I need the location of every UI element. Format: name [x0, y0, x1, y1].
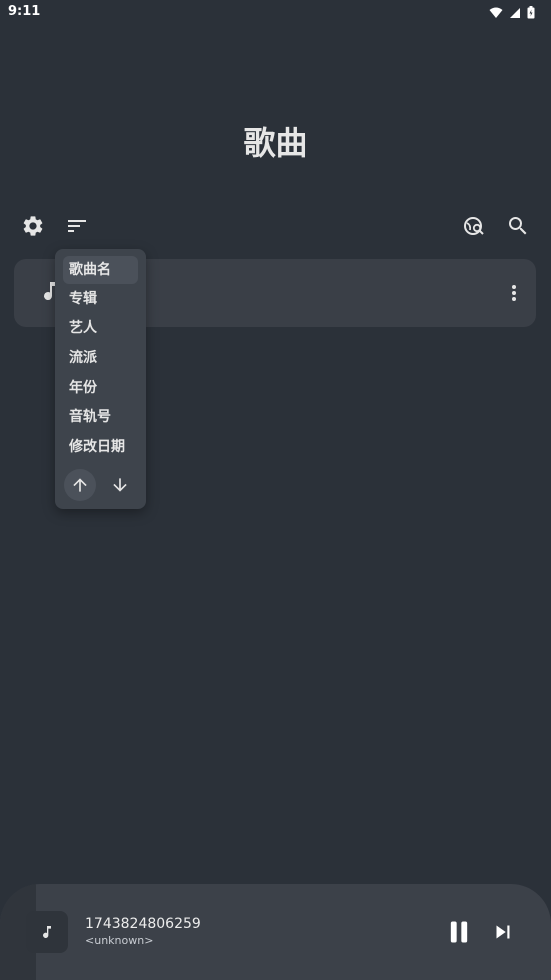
sort-option-genre[interactable]: 流派 — [63, 344, 138, 372]
sort-descending-button[interactable] — [104, 469, 136, 501]
gear-icon[interactable] — [21, 214, 45, 238]
sort-ascending-button[interactable] — [64, 469, 96, 501]
pause-icon — [450, 921, 468, 943]
pause-button[interactable] — [445, 918, 473, 946]
sort-option-album[interactable]: 专辑 — [63, 285, 138, 313]
battery-icon — [527, 4, 535, 23]
sort-option-track-number[interactable]: 音轨号 — [63, 403, 138, 431]
page-title: 歌曲 — [243, 124, 308, 162]
album-art — [26, 911, 68, 953]
sort-option-artist[interactable]: 艺人 — [63, 314, 138, 342]
player-song-artist: <unknown> — [85, 934, 154, 947]
search-icon[interactable] — [506, 214, 530, 238]
status-icons — [489, 4, 535, 23]
status-time: 9:11 — [8, 4, 41, 19]
wifi-icon — [489, 4, 503, 23]
arrow-down-icon — [113, 478, 127, 492]
sort-option-title[interactable]: 歌曲名 — [63, 256, 138, 284]
player-song-title: 1743824806259 — [85, 916, 201, 932]
sort-menu: 歌曲名 专辑 艺人 流派 年份 音轨号 修改日期 — [55, 249, 146, 509]
more-vert-icon[interactable] — [508, 281, 520, 305]
skip-next-icon — [496, 925, 510, 939]
screen: 9:11 歌曲 4806259 n> — [0, 0, 551, 980]
scan-library-icon[interactable] — [462, 214, 486, 238]
status-bar: 9:11 — [0, 0, 551, 24]
signal-icon — [509, 4, 521, 23]
skip-next-button[interactable] — [489, 918, 517, 946]
sort-option-date-modified[interactable]: 修改日期 — [63, 433, 138, 461]
arrow-up-icon — [73, 478, 87, 492]
mini-player[interactable]: 1743824806259 <unknown> — [0, 884, 551, 980]
sort-icon[interactable] — [65, 214, 89, 238]
music-note-icon — [43, 926, 51, 939]
sort-option-year[interactable]: 年份 — [63, 374, 138, 402]
